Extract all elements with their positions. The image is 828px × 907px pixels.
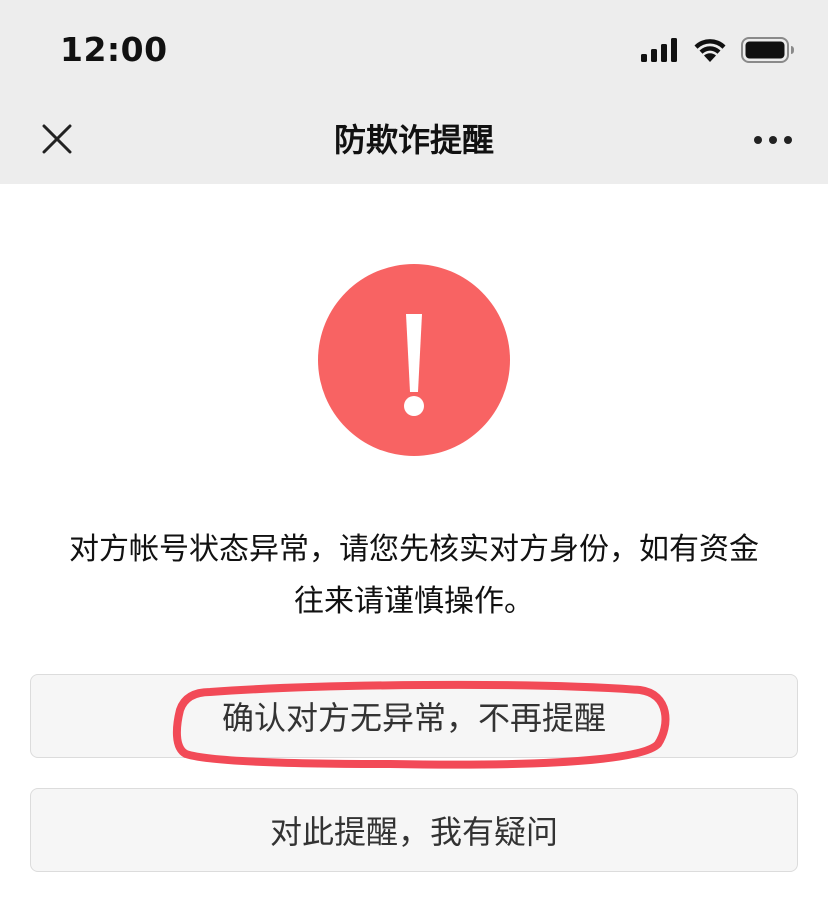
wifi-icon: [694, 39, 726, 62]
page-title: 防欺诈提醒: [333, 121, 494, 159]
status-time: 12:00: [60, 30, 168, 69]
signal-icon: [641, 38, 677, 62]
confirm-no-anomaly-button[interactable]: 确认对方无异常，不再提醒: [30, 674, 798, 758]
status-bar: 12:00: [0, 0, 828, 96]
confirm-no-anomaly-label: 确认对方无异常，不再提醒: [221, 699, 606, 737]
warning-message-line2: 往来请谨慎操作。: [294, 584, 534, 619]
warning-message-line1: 对方帐号状态异常，请您先核实对方身份，如有资金: [69, 532, 759, 567]
question-label: 对此提醒，我有疑问: [269, 813, 558, 851]
exclamation-icon: [318, 264, 510, 456]
screen: 12:00 防欺诈提醒 对方帐号状态异常，请您先核实对方身份，如有资金 往来请谨…: [0, 0, 828, 907]
question-button[interactable]: 对此提醒，我有疑问: [30, 788, 798, 872]
more-button[interactable]: [748, 120, 798, 160]
more-icon: [754, 136, 792, 144]
warning-message: 对方帐号状态异常，请您先核实对方身份，如有资金 往来请谨慎操作。: [40, 524, 788, 628]
nav-bar: 防欺诈提醒: [0, 96, 828, 184]
status-icons: [641, 36, 795, 64]
battery-icon: [741, 37, 794, 63]
